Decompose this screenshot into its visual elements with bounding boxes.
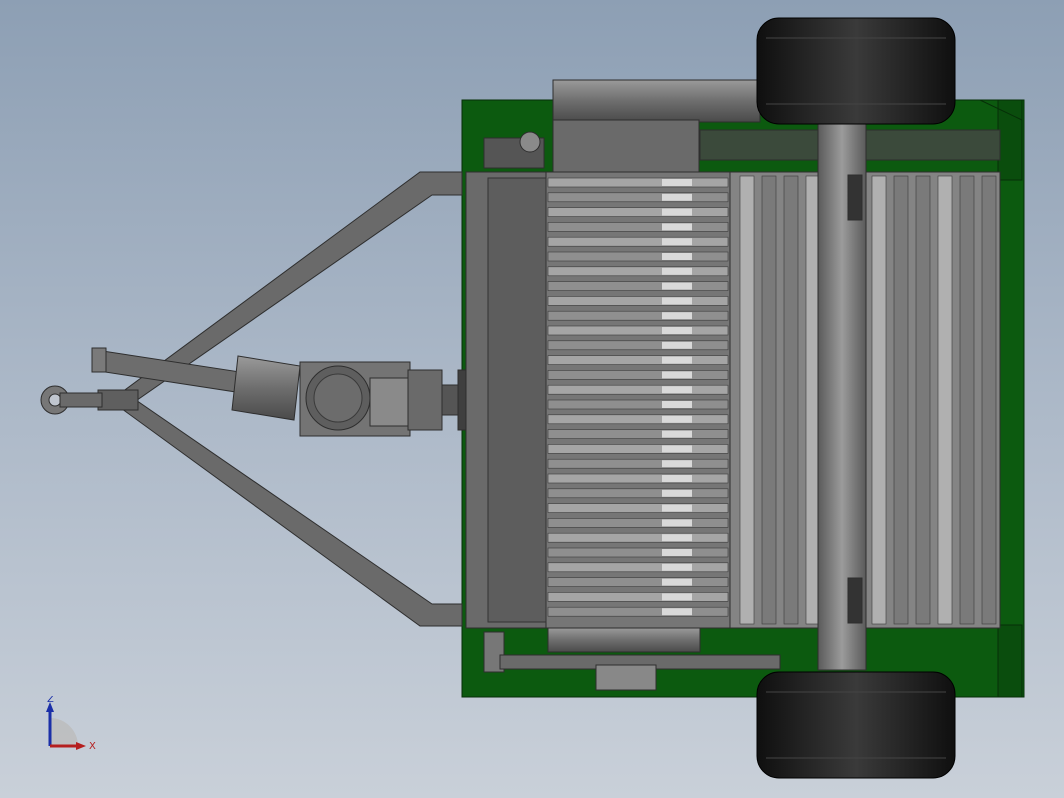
tine-highlight — [662, 356, 692, 364]
pickup-tine — [547, 296, 729, 306]
tine-highlight — [662, 253, 692, 260]
tine-highlight — [662, 534, 692, 542]
tine-highlight — [662, 608, 692, 616]
pickup-tine — [547, 325, 729, 336]
tine-highlight — [662, 578, 692, 586]
tine-highlight — [662, 371, 692, 379]
roller-slat — [739, 175, 755, 625]
pickup-tine — [547, 399, 729, 410]
roller-slat — [783, 175, 799, 625]
tine-highlight — [662, 445, 692, 453]
tine-highlight — [662, 327, 692, 334]
z-axis-label: Z — [47, 696, 54, 705]
roller-slat — [937, 175, 953, 625]
tine-highlight — [662, 460, 692, 468]
pickup-tine — [547, 251, 729, 262]
tine-highlight — [662, 563, 692, 571]
pickup-tine — [547, 429, 729, 439]
pickup-tine — [547, 370, 729, 380]
tine-highlight — [662, 401, 692, 408]
tine-highlight — [662, 312, 692, 320]
roller-slat — [893, 175, 909, 625]
pickup-tine — [547, 518, 729, 528]
pickup-tine — [547, 384, 729, 395]
pickup-tine — [547, 592, 729, 602]
tine-highlight — [662, 208, 692, 216]
tine-highlight — [662, 193, 692, 201]
tine-highlight — [662, 341, 692, 349]
pickup-tine — [547, 266, 729, 277]
pickup-tine — [547, 355, 729, 365]
cad-viewport[interactable]: Z X — [0, 0, 1064, 798]
tine-highlight — [662, 593, 692, 601]
tine-highlight — [662, 223, 692, 231]
tine-highlight — [662, 519, 692, 527]
pickup-tine — [547, 458, 729, 469]
roller-slat — [915, 175, 931, 625]
tine-highlight — [662, 386, 692, 394]
tine-highlight — [662, 238, 692, 246]
tine-highlight — [662, 475, 692, 482]
pickup-tine — [547, 562, 729, 573]
pickup-tine — [547, 547, 729, 558]
tine-highlight — [662, 415, 692, 423]
pickup-tine — [547, 503, 729, 513]
pickup-tine — [547, 236, 729, 247]
y-axis-arrow-icon — [50, 718, 78, 746]
pickup-tine — [547, 281, 729, 291]
pickup-tine — [547, 532, 729, 543]
tine-highlight — [662, 297, 692, 305]
x-axis-label: X — [89, 741, 96, 752]
roller-slat — [871, 175, 887, 625]
pickup-tine — [547, 414, 729, 425]
pickup-tine — [547, 473, 729, 484]
tine-highlight — [662, 179, 692, 186]
pickup-tine — [547, 192, 729, 203]
tine-highlight — [662, 282, 692, 290]
tine-highlight — [662, 430, 692, 438]
pickup-tine — [547, 177, 729, 188]
wheel-top — [756, 17, 956, 125]
tine-highlight — [662, 267, 692, 275]
tine-highlight — [662, 489, 692, 497]
pickup-tine — [547, 577, 729, 587]
wheel-bottom — [756, 671, 956, 779]
roller-slat — [761, 175, 777, 625]
pickup-tine — [547, 606, 729, 617]
roller-slat — [959, 175, 975, 625]
tine-highlight — [662, 504, 692, 512]
coordinate-triad: Z X — [46, 696, 96, 752]
roller-slat — [981, 175, 997, 625]
pickup-tine — [547, 340, 729, 351]
pickup-tine — [547, 444, 729, 454]
main-axle — [817, 109, 867, 671]
pickup-tine — [547, 207, 729, 217]
tine-highlight — [662, 549, 692, 556]
baler-model-view[interactable] — [0, 0, 1064, 798]
pickup-tine — [547, 310, 729, 321]
pickup-tine — [547, 488, 729, 499]
pickup-tine — [547, 222, 729, 232]
